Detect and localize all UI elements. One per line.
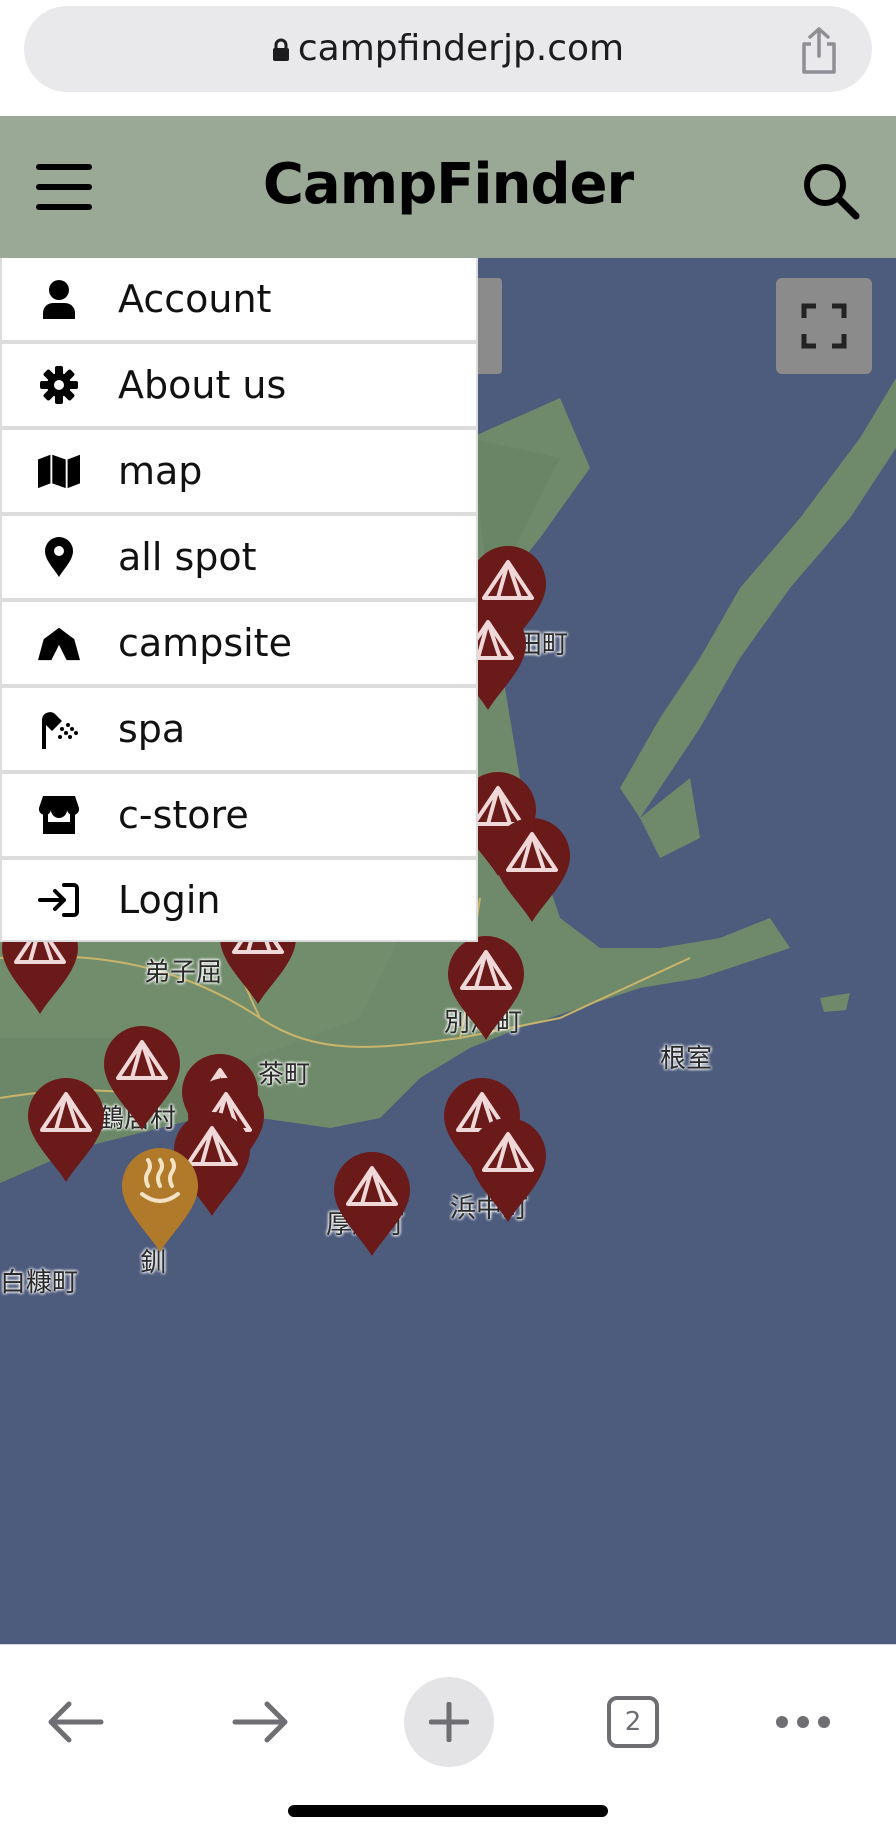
menu-item-label: About us xyxy=(118,363,287,407)
address-bar[interactable]: campfinderjp.com xyxy=(24,6,872,92)
nav-dropdown-menu: Account About us map all spot campsite s… xyxy=(0,258,478,942)
menu-item-label: all spot xyxy=(118,535,257,579)
arrow-right-icon xyxy=(232,1701,288,1743)
menu-item-label: map xyxy=(118,449,203,493)
campsite-pin[interactable] xyxy=(332,1150,412,1258)
menu-item-label: Login xyxy=(118,878,221,922)
campsite-pin[interactable] xyxy=(468,1116,548,1224)
menu-item-about-us[interactable]: About us xyxy=(0,344,478,426)
share-icon[interactable] xyxy=(798,26,840,74)
brand-logo[interactable]: CampFinder xyxy=(0,152,896,217)
gear-icon xyxy=(38,364,80,406)
back-button[interactable] xyxy=(30,1677,120,1767)
place-label: 弟子屈 xyxy=(144,958,223,988)
tabs-button[interactable]: 2 xyxy=(588,1677,678,1767)
more-dots-icon xyxy=(776,1716,830,1728)
search-icon[interactable] xyxy=(800,160,862,222)
more-button[interactable] xyxy=(758,1677,848,1767)
menu-item-c-store[interactable]: c-store xyxy=(0,774,478,856)
browser-address-area: campfinderjp.com xyxy=(0,0,896,116)
plus-icon xyxy=(429,1702,469,1742)
campsite-pin[interactable] xyxy=(102,1024,182,1132)
fullscreen-icon xyxy=(801,303,847,349)
home-indicator xyxy=(288,1805,608,1817)
browser-toolbar: 2 xyxy=(0,1644,896,1831)
fullscreen-button[interactable] xyxy=(776,278,872,374)
store-icon xyxy=(38,794,80,836)
location-pin-icon xyxy=(38,536,80,578)
campsite-pin[interactable] xyxy=(26,1076,106,1184)
map-icon xyxy=(38,450,80,492)
login-icon xyxy=(38,879,80,921)
menu-item-spa[interactable]: spa xyxy=(0,688,478,770)
tent-icon xyxy=(38,622,80,664)
app-header: CampFinder xyxy=(0,116,896,258)
arrow-left-icon xyxy=(48,1701,104,1743)
forward-button[interactable] xyxy=(216,1677,306,1767)
new-tab-button[interactable] xyxy=(404,1677,494,1767)
tabs-count: 2 xyxy=(607,1696,659,1748)
menu-item-campsite[interactable]: campsite xyxy=(0,602,478,684)
url-display[interactable]: campfinderjp.com xyxy=(24,28,872,69)
url-text: campfinderjp.com xyxy=(297,28,625,69)
menu-item-all-spot[interactable]: all spot xyxy=(0,516,478,598)
menu-item-label: Account xyxy=(118,277,272,321)
user-icon xyxy=(38,278,80,320)
spa-pin[interactable] xyxy=(120,1146,200,1254)
menu-item-login[interactable]: Login xyxy=(0,860,478,942)
menu-item-label: campsite xyxy=(118,621,292,665)
lock-icon xyxy=(272,38,289,61)
menu-item-map[interactable]: map xyxy=(0,430,478,512)
campsite-pin[interactable] xyxy=(492,816,572,924)
menu-item-label: c-store xyxy=(118,793,249,837)
place-label: 白糠町 xyxy=(0,1268,79,1298)
shower-icon xyxy=(38,708,80,750)
menu-item-account[interactable]: Account xyxy=(0,258,478,340)
place-label: 根室 xyxy=(660,1044,713,1074)
campsite-pin[interactable] xyxy=(446,934,526,1042)
menu-item-label: spa xyxy=(118,707,186,751)
